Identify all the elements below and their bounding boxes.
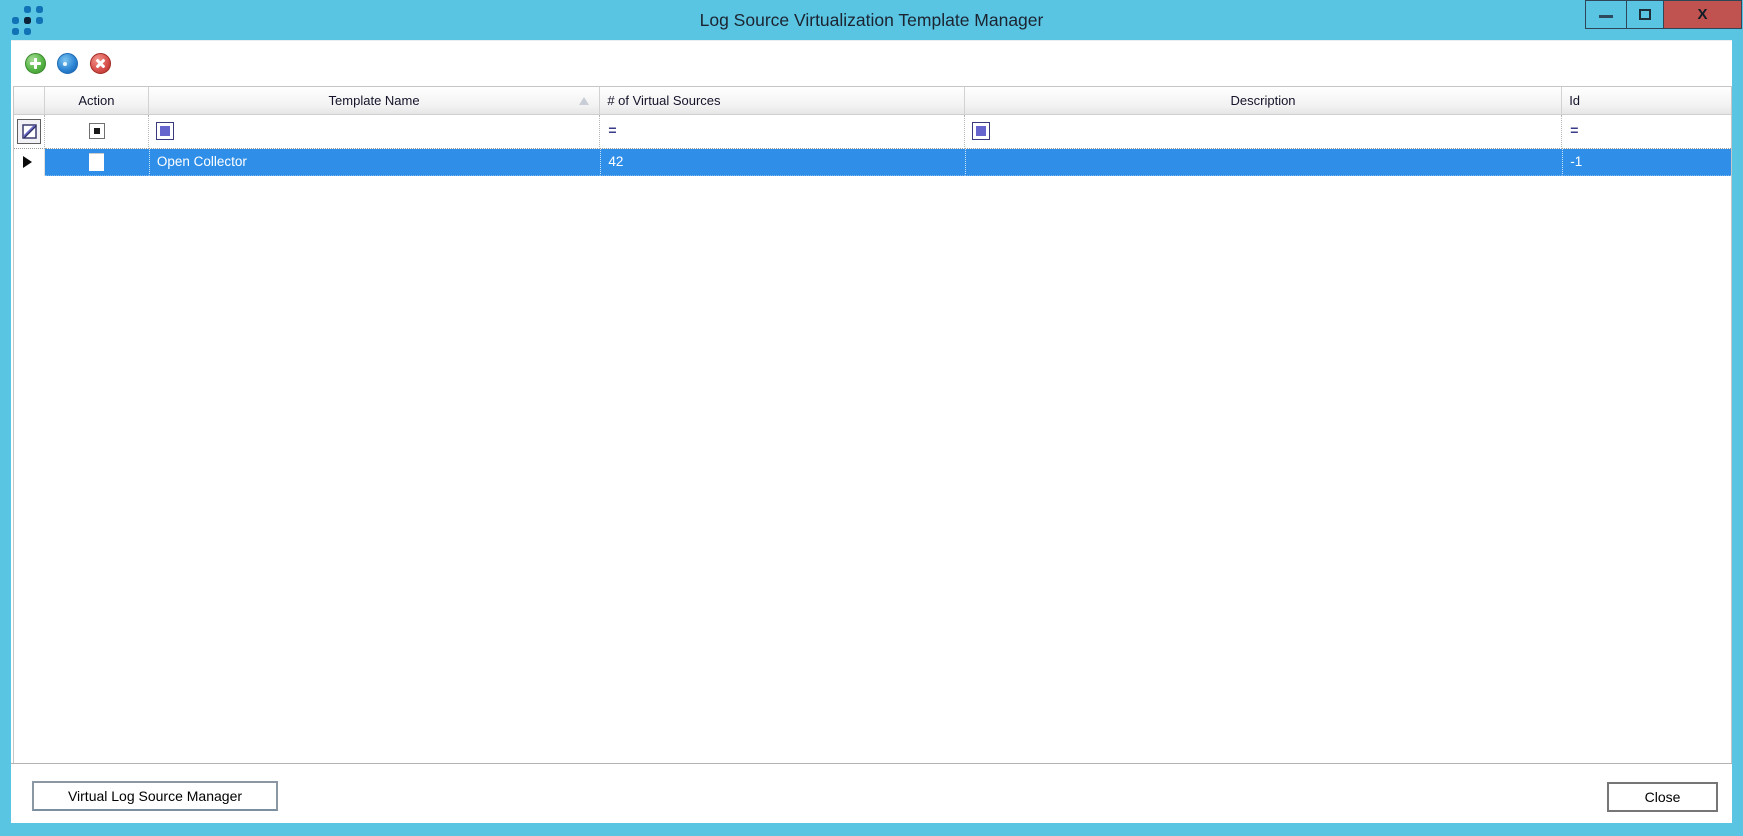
virtual-log-source-manager-button[interactable]: Virtual Log Source Manager	[32, 781, 278, 811]
minimize-button[interactable]	[1585, 0, 1627, 29]
filter-action-cell[interactable]	[44, 115, 149, 149]
header-id-label: Id	[1569, 93, 1581, 108]
action-cell[interactable]	[44, 149, 149, 176]
template-name-filter-square-icon[interactable]	[155, 122, 174, 140]
grid-header-row: Action Template Name # of Virtual Source…	[14, 87, 1731, 115]
add-template-button[interactable]	[25, 53, 46, 74]
id-cell[interactable]: -1	[1562, 149, 1732, 176]
toolbar	[11, 41, 1732, 86]
window-controls: X	[1585, 0, 1742, 29]
close-window-button[interactable]: X	[1663, 0, 1742, 29]
filter-id-cell[interactable]: =	[1562, 115, 1731, 149]
equals-operator-icon[interactable]: =	[1570, 122, 1578, 138]
header-description[interactable]: Description	[964, 87, 1563, 115]
slashed-square-filter-icon	[21, 124, 37, 139]
footer-panel: Virtual Log Source Manager Close	[11, 763, 1732, 823]
current-row-arrow-icon	[23, 156, 32, 168]
close-icon: X	[1697, 6, 1708, 23]
template-name-cell[interactable]: Open Collector	[148, 149, 601, 176]
header-virtual-sources[interactable]: # of Virtual Sources	[600, 87, 965, 115]
header-template-name-label: Template Name	[328, 93, 420, 108]
virtual-sources-cell[interactable]: 42	[600, 149, 965, 176]
filter-selector-cell	[14, 115, 45, 149]
clear-filter-button[interactable]	[17, 119, 41, 144]
header-virtual-sources-label: # of Virtual Sources	[607, 93, 721, 108]
filter-virtual-sources-cell[interactable]: =	[600, 115, 965, 149]
equals-operator-icon[interactable]: =	[608, 122, 616, 138]
filter-description-cell[interactable]	[964, 115, 1563, 149]
header-action[interactable]: Action	[44, 87, 149, 115]
template-grid: Action Template Name # of Virtual Source…	[13, 86, 1732, 763]
header-action-label: Action	[78, 93, 115, 108]
close-button[interactable]: Close	[1607, 782, 1718, 812]
titlebar: Log Source Virtualization Template Manag…	[0, 0, 1743, 40]
properties-button[interactable]	[57, 53, 78, 74]
description-filter-square-icon[interactable]	[971, 122, 990, 140]
maximize-button[interactable]	[1626, 0, 1664, 29]
minimize-icon	[1599, 15, 1613, 18]
action-checkbox[interactable]	[88, 153, 104, 171]
description-cell[interactable]	[964, 149, 1563, 176]
sort-ascending-icon	[579, 97, 590, 105]
action-filter-checkbox-icon[interactable]	[88, 123, 105, 139]
delete-template-button[interactable]	[90, 53, 111, 74]
header-id[interactable]: Id	[1562, 87, 1731, 115]
header-description-label: Description	[1230, 93, 1296, 108]
header-row-selector[interactable]	[14, 87, 45, 115]
maximize-icon	[1639, 9, 1651, 20]
filter-template-name-cell[interactable]	[148, 115, 601, 149]
header-template-name[interactable]: Template Name	[148, 87, 601, 115]
table-row[interactable]: Open Collector 42 -1	[14, 149, 1732, 176]
grid-filter-row: = =	[14, 115, 1731, 149]
window-content: Action Template Name # of Virtual Source…	[11, 40, 1732, 823]
current-row-indicator-cell	[14, 149, 45, 176]
window-title: Log Source Virtualization Template Manag…	[699, 10, 1044, 30]
